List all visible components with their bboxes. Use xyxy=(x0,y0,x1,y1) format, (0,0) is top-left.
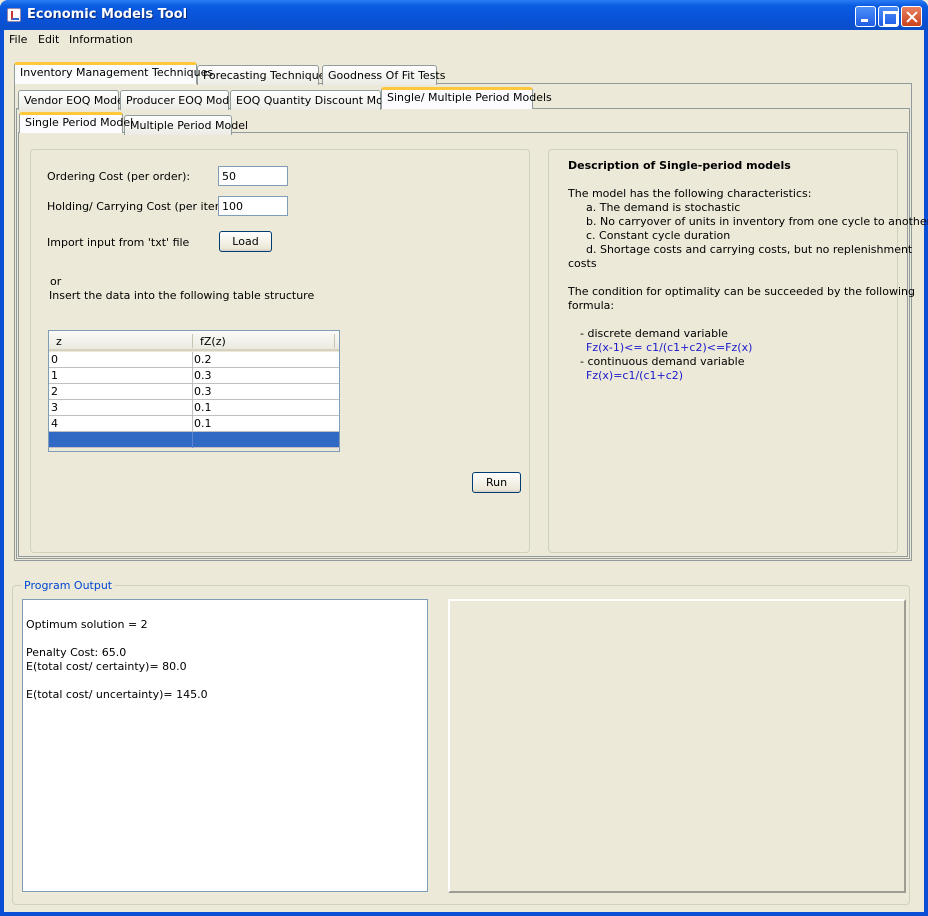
ordering-cost-field[interactable]: 50 xyxy=(218,166,288,186)
column-divider xyxy=(192,334,193,348)
column-divider xyxy=(334,334,335,348)
tab-vendor-eoq[interactable]: Vendor EOQ Model xyxy=(18,90,127,110)
table-cell[interactable]: 0 xyxy=(51,353,58,366)
description-item: a. The demand is stochastic xyxy=(586,201,741,214)
app-window: Economic Models Tool File Edit Informati… xyxy=(0,0,928,916)
table-cell[interactable]: 0.1 xyxy=(194,401,212,414)
close-button[interactable] xyxy=(901,6,922,27)
import-label: Import input from 'txt' file xyxy=(47,236,190,249)
table-cell[interactable]: 0.1 xyxy=(194,417,212,430)
or-text: or xyxy=(50,275,62,288)
menu-bar: File Edit Information xyxy=(4,30,924,50)
table-cell[interactable]: 1 xyxy=(51,369,58,382)
tab-forecasting[interactable]: Forecasting Techniques xyxy=(197,65,331,85)
java-app-icon xyxy=(7,8,21,22)
tab-multiple-period[interactable]: Multiple Period Model xyxy=(124,115,248,135)
column-divider xyxy=(192,352,193,368)
description-intro: The model has the following characterist… xyxy=(568,187,812,200)
output-line: Optimum solution = 2 xyxy=(26,618,148,631)
minimize-button[interactable] xyxy=(855,6,876,27)
load-button[interactable]: Load xyxy=(219,231,272,252)
maximize-button[interactable] xyxy=(878,6,899,27)
description-item-continued: costs xyxy=(568,257,597,270)
data-table[interactable]: z fZ(z) 0 0.2 1 0.3 2 0.3 3 0.1 4 0.1 xyxy=(48,330,340,452)
column-divider xyxy=(192,384,193,400)
table-cell[interactable]: 4 xyxy=(51,417,58,430)
table-cell[interactable]: 2 xyxy=(51,385,58,398)
column-divider xyxy=(192,416,193,432)
insert-data-text: Insert the data into the following table… xyxy=(49,289,315,302)
table-cell[interactable]: 0.3 xyxy=(194,369,212,382)
table-row[interactable]: 3 0.1 xyxy=(49,400,339,416)
tab-eoq-quantity-discount[interactable]: EOQ Quantity Discount Model xyxy=(230,90,400,110)
tab-goodness-of-fit[interactable]: Goodness Of Fit Tests xyxy=(322,65,445,85)
output-line: Penalty Cost: 65.0 xyxy=(26,646,127,659)
table-row-selected-empty[interactable] xyxy=(49,432,339,448)
table-row[interactable]: 2 0.3 xyxy=(49,384,339,400)
output-text-area[interactable]: Optimum solution = 2 Penalty Cost: 65.0 … xyxy=(22,599,428,892)
title-bar[interactable]: Economic Models Tool xyxy=(0,0,928,30)
continuous-label: - continuous demand variable xyxy=(580,355,745,368)
run-button[interactable]: Run xyxy=(472,472,521,493)
discrete-formula: Fz(x-1)<= c1/(c1+c2)<=Fz(x) xyxy=(586,341,753,354)
description-item: b. No carryover of units in inventory fr… xyxy=(586,215,928,228)
column-divider xyxy=(192,432,193,448)
description-condition: The condition for optimality can be succ… xyxy=(568,285,915,298)
table-cell[interactable]: 0.2 xyxy=(194,353,212,366)
column-header-fz[interactable]: fZ(z) xyxy=(200,335,226,348)
holding-cost-field[interactable]: 100 xyxy=(218,196,288,216)
client-area: File Edit Information Inventory Manageme… xyxy=(4,30,928,912)
menu-edit[interactable]: Edit xyxy=(38,33,59,46)
menu-file[interactable]: File xyxy=(9,33,27,46)
table-cell[interactable]: 0.3 xyxy=(194,385,212,398)
output-line: E(total cost/ certainty)= 80.0 xyxy=(26,660,187,673)
window-title: Economic Models Tool xyxy=(27,7,188,22)
tab-producer-eoq[interactable]: Producer EOQ Model xyxy=(120,90,239,110)
column-header-z[interactable]: z xyxy=(56,335,62,348)
continuous-formula: Fz(x)=c1/(c1+c2) xyxy=(586,369,684,382)
output-line: E(total cost/ uncertainty)= 145.0 xyxy=(26,688,208,701)
column-divider xyxy=(192,368,193,384)
table-row[interactable]: 0 0.2 xyxy=(49,352,339,368)
program-output-title: Program Output xyxy=(22,579,115,592)
table-cell[interactable]: 3 xyxy=(51,401,58,414)
table-row[interactable]: 1 0.3 xyxy=(49,368,339,384)
discrete-label: - discrete demand variable xyxy=(580,327,728,340)
output-chart-area xyxy=(448,599,906,893)
table-row[interactable]: 4 0.1 xyxy=(49,416,339,432)
tab-single-period[interactable]: Single Period Model xyxy=(19,112,133,133)
column-divider xyxy=(192,400,193,416)
table-header: z fZ(z) xyxy=(49,331,339,351)
holding-cost-label: Holding/ Carrying Cost (per item): xyxy=(47,200,234,213)
description-title: Description of Single-period models xyxy=(568,159,791,172)
description-condition-continued: formula: xyxy=(568,299,615,312)
ordering-cost-label: Ordering Cost (per order): xyxy=(47,170,191,183)
description-item: c. Constant cycle duration xyxy=(586,229,731,242)
tab-single-multiple-period[interactable]: Single/ Multiple Period Models xyxy=(381,87,552,109)
menu-information[interactable]: Information xyxy=(69,33,133,46)
description-item: d. Shortage costs and carrying costs, bu… xyxy=(586,243,913,256)
tab-inventory-management[interactable]: Inventory Management Techniques xyxy=(14,62,213,84)
